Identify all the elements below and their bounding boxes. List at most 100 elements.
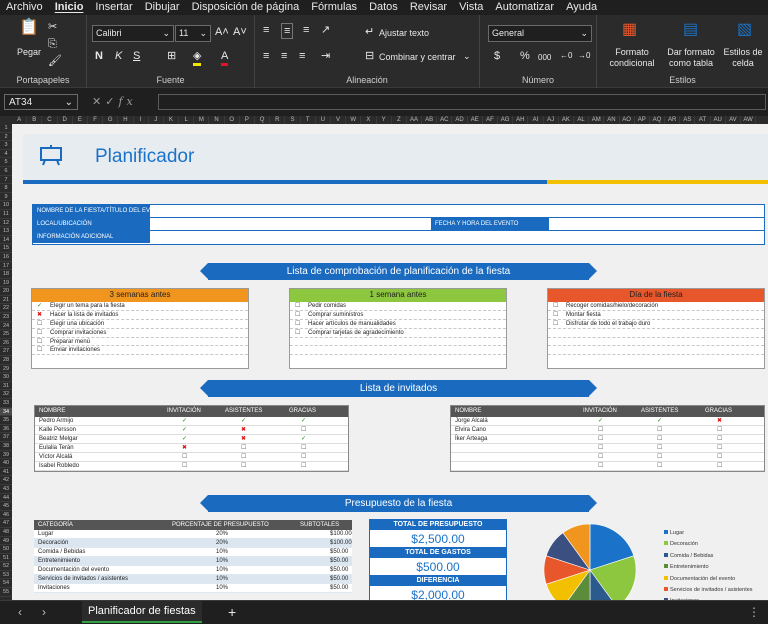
- row-header[interactable]: 2: [0, 133, 12, 142]
- column-header[interactable]: T: [301, 116, 316, 124]
- bold-button[interactable]: N: [95, 49, 103, 63]
- column-header[interactable]: AT: [695, 116, 711, 124]
- attendance-status-icon[interactable]: ✓: [241, 417, 246, 426]
- decrease-font-icon[interactable]: A˅: [233, 25, 247, 39]
- column-header[interactable]: AK: [559, 116, 574, 124]
- row-header[interactable]: 4: [0, 150, 12, 159]
- column-header[interactable]: AV: [726, 116, 741, 124]
- budget-row[interactable]: Lugar 20% $100.00: [34, 530, 352, 539]
- budget-row[interactable]: Documentación del evento 10% $50.00: [34, 566, 352, 575]
- row-header[interactable]: 41: [0, 468, 12, 477]
- column-header[interactable]: N: [209, 116, 225, 124]
- formula-input[interactable]: [158, 94, 766, 110]
- party-name-row[interactable]: NOMBRE DE LA FIESTA/TÍTULO DEL EVENTO: [33, 205, 764, 218]
- orientation-icon[interactable]: ↗: [321, 23, 330, 37]
- checkbox-icon[interactable]: ☐: [37, 320, 42, 329]
- budget-row[interactable]: Servicios de invitados / asistentes 10% $5…: [34, 575, 352, 584]
- borders-icon[interactable]: ⊞: [167, 49, 176, 63]
- row-header[interactable]: 51: [0, 554, 12, 563]
- attendance-status-icon[interactable]: ☐: [241, 453, 246, 462]
- guest-row[interactable]: Elvira Cano ☐ ☐ ☐: [451, 426, 764, 435]
- row-header[interactable]: 7: [0, 176, 12, 185]
- checkbox-icon[interactable]: ☐: [295, 311, 300, 320]
- attendance-status-icon[interactable]: ✖: [241, 435, 246, 444]
- attendance-status-icon[interactable]: ☐: [657, 426, 662, 435]
- worksheet[interactable]: Planificador NOMBRE DE LA FIESTA/TÍTULO …: [12, 124, 768, 600]
- guest-row[interactable]: ☐ ☐ ☐: [451, 462, 764, 471]
- font-size-select[interactable]: 11 ⌄: [175, 25, 211, 42]
- thanks-status-icon[interactable]: ☐: [717, 462, 722, 471]
- row-header[interactable]: 47: [0, 519, 12, 528]
- row-header[interactable]: 46: [0, 511, 12, 520]
- column-header[interactable]: S: [285, 116, 301, 124]
- attendance-status-icon[interactable]: ☐: [657, 435, 662, 444]
- row-header[interactable]: 28: [0, 356, 12, 365]
- menu-item[interactable]: Disposición de página: [186, 0, 306, 15]
- row-header[interactable]: 43: [0, 485, 12, 494]
- row-header[interactable]: 38: [0, 442, 12, 451]
- checklist-item[interactable]: ☐ Recoger comidas/hielo/decoración: [548, 302, 764, 311]
- prev-sheet-icon[interactable]: ‹: [18, 601, 22, 623]
- guest-row[interactable]: Víctor Alcalá ☐ ☐ ☐: [35, 453, 348, 462]
- conditional-format-button[interactable]: Formato condicional: [607, 47, 657, 69]
- attendance-status-icon[interactable]: ✓: [657, 417, 662, 426]
- column-header[interactable]: AP: [635, 116, 650, 124]
- budget-row[interactable]: Invitaciones 10% $50.00: [34, 584, 352, 593]
- row-header[interactable]: 33: [0, 399, 12, 408]
- row-header[interactable]: 23: [0, 313, 12, 322]
- column-header[interactable]: AG: [498, 116, 514, 124]
- column-header[interactable]: P: [240, 116, 255, 124]
- thanks-status-icon[interactable]: ☐: [717, 453, 722, 462]
- checklist-item[interactable]: ✖ Hacer la lista de invitados: [32, 311, 248, 320]
- align-top-icon[interactable]: ≡: [263, 23, 269, 37]
- row-header[interactable]: 55: [0, 588, 12, 597]
- column-header[interactable]: AS: [680, 116, 696, 124]
- checkbox-icon[interactable]: ☐: [295, 320, 300, 329]
- budget-row[interactable]: Entretenimiento 10% $50.00: [34, 557, 352, 566]
- guest-row[interactable]: ☐ ☐ ☐: [451, 453, 764, 462]
- extra-info-row[interactable]: INFORMACIÓN ADICIONAL: [33, 231, 764, 244]
- column-header[interactable]: AL: [574, 116, 590, 124]
- menu-item[interactable]: Fórmulas: [305, 0, 363, 15]
- invitation-status-icon[interactable]: ☐: [182, 462, 187, 471]
- thanks-status-icon[interactable]: ☐: [717, 435, 722, 444]
- column-header[interactable]: AW: [741, 116, 757, 124]
- budget-row[interactable]: Decoración 20% $100.00: [34, 539, 352, 548]
- menu-item[interactable]: Automatizar: [489, 0, 560, 15]
- checklist-item[interactable]: ☐ Comprar tarjetas de agradecimiento: [290, 329, 506, 338]
- row-header[interactable]: 45: [0, 502, 12, 511]
- checklist-item[interactable]: [548, 329, 764, 338]
- decrease-decimal-icon[interactable]: →0: [578, 49, 590, 63]
- italic-button[interactable]: K: [115, 49, 122, 63]
- row-header[interactable]: 22: [0, 304, 12, 314]
- row-header[interactable]: 37: [0, 433, 12, 442]
- row-header[interactable]: 31: [0, 382, 12, 391]
- column-header[interactable]: D: [58, 116, 73, 124]
- checkbox-icon[interactable]: ☐: [553, 311, 558, 320]
- attendance-status-icon[interactable]: ✖: [241, 426, 246, 435]
- row-header[interactable]: 20: [0, 287, 12, 296]
- column-header[interactable]: AA: [407, 116, 423, 124]
- cell-styles-button[interactable]: Estilos de celda: [721, 47, 765, 69]
- checklist-item[interactable]: [548, 338, 764, 347]
- guest-row[interactable]: ☐ ☐ ☐: [451, 444, 764, 453]
- column-header[interactable]: Q: [255, 116, 271, 124]
- column-header[interactable]: AN: [604, 116, 620, 124]
- format-painter-icon[interactable]: 🖌: [48, 54, 62, 68]
- thanks-status-icon[interactable]: ✖: [717, 417, 722, 426]
- row-header[interactable]: 32: [0, 390, 12, 399]
- column-header[interactable]: U: [316, 116, 331, 124]
- checklist-item[interactable]: ☐ Hacer artículos de manualidades: [290, 320, 506, 329]
- menu-item[interactable]: Inicio: [49, 0, 90, 15]
- menu-item[interactable]: Ayuda: [560, 0, 603, 15]
- merge-icon[interactable]: ⊟: [365, 49, 374, 63]
- column-header[interactable]: G: [103, 116, 119, 124]
- row-header[interactable]: 25: [0, 330, 12, 339]
- column-header[interactable]: H: [118, 116, 134, 124]
- menu-item[interactable]: Archivo: [0, 0, 49, 15]
- column-header[interactable]: AO: [620, 116, 635, 124]
- column-header[interactable]: I: [134, 116, 149, 124]
- next-sheet-icon[interactable]: ›: [42, 601, 46, 623]
- checkbox-icon[interactable]: ☐: [37, 346, 42, 355]
- checklist-item[interactable]: ☐ Elegir una ubicación: [32, 320, 248, 329]
